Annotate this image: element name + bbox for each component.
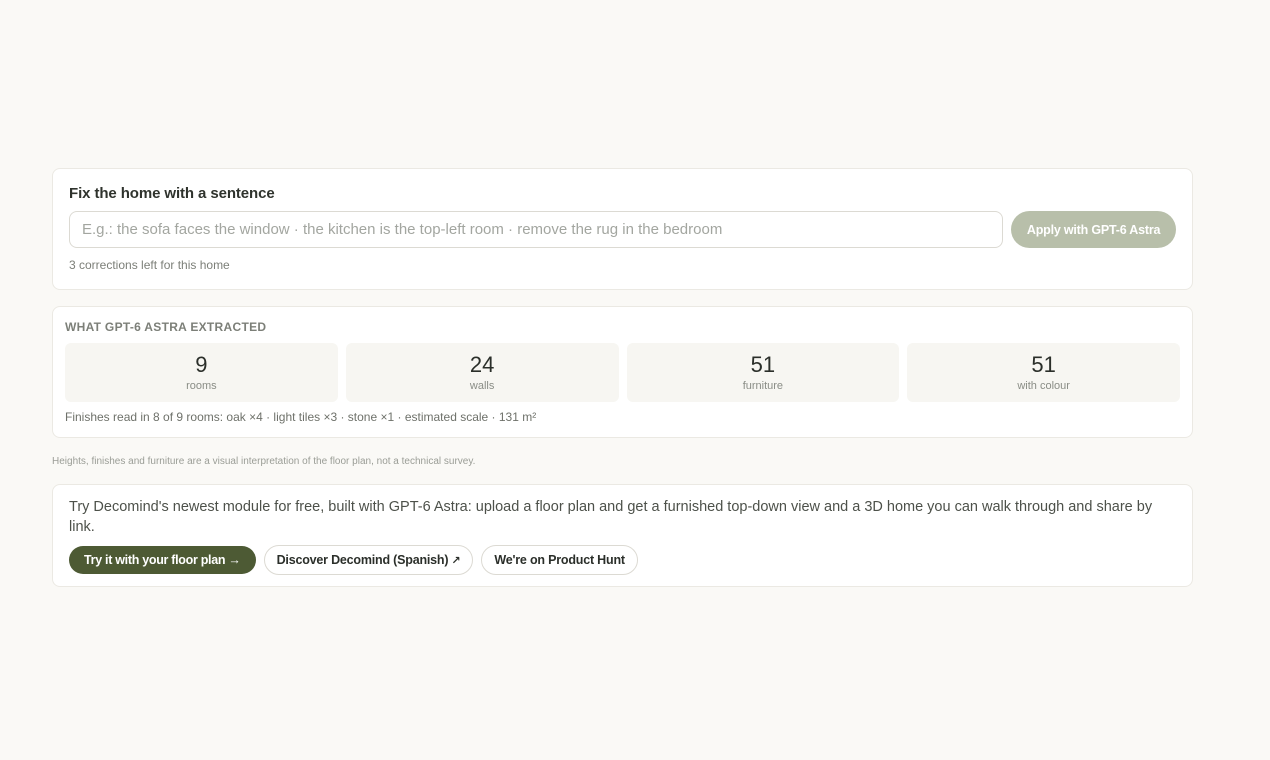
external-link-icon: ↗ bbox=[451, 554, 461, 567]
promo-text: Try Decomind's newest module for free, b… bbox=[69, 499, 1153, 535]
stat-value: 51 bbox=[750, 352, 776, 377]
finishes-summary: Finishes read in 8 of 9 rooms: oak ×4 · … bbox=[65, 410, 537, 424]
fix-sentence-card: Fix the home with a sentence Apply with … bbox=[52, 168, 1193, 290]
stat-value: 24 bbox=[469, 352, 495, 377]
discover-decomind-link[interactable]: Discover Decomind (Spanish) ↗ bbox=[263, 545, 474, 575]
stat-furniture: 51 furniture bbox=[626, 343, 900, 402]
stat-rooms: 9 rooms bbox=[65, 343, 338, 402]
stat-label: furniture bbox=[742, 380, 784, 392]
promo-actions: Try it with your floor plan → Discover D… bbox=[69, 545, 1176, 575]
stats-row: 9 rooms 24 walls 51 furniture 51 with co… bbox=[65, 343, 1180, 402]
main-content: Fix the home with a sentence Apply with … bbox=[52, 168, 1193, 587]
stat-with-colour: 51 with colour bbox=[907, 343, 1180, 402]
product-hunt-link[interactable]: We're on Product Hunt bbox=[481, 545, 638, 575]
discover-label: Discover Decomind (Spanish) bbox=[276, 553, 449, 567]
stat-walls: 24 walls bbox=[345, 343, 619, 402]
promo-card: Try Decomind's newest module for free, b… bbox=[52, 484, 1193, 587]
stat-value: 51 bbox=[1031, 352, 1056, 377]
apply-button[interactable]: Apply with GPT-6 Astra bbox=[1011, 211, 1176, 248]
stat-label: rooms bbox=[186, 380, 217, 392]
stat-label: with colour bbox=[1017, 380, 1070, 392]
fix-title: Fix the home with a sentence bbox=[69, 185, 275, 202]
extracted-card: WHAT GPT-6 ASTRA EXTRACTED 9 rooms 24 wa… bbox=[52, 306, 1193, 438]
fix-input-row: Apply with GPT-6 Astra bbox=[69, 211, 1176, 248]
disclaimer-text: Heights, finishes and furniture are a vi… bbox=[52, 456, 476, 467]
extracted-title: WHAT GPT-6 ASTRA EXTRACTED bbox=[65, 320, 267, 334]
stat-label: walls bbox=[469, 380, 495, 392]
stat-value: 9 bbox=[195, 352, 208, 377]
try-floor-plan-button[interactable]: Try it with your floor plan → bbox=[69, 546, 256, 574]
correction-input[interactable] bbox=[69, 211, 1004, 248]
corrections-remaining: 3 corrections left for this home bbox=[69, 258, 230, 272]
